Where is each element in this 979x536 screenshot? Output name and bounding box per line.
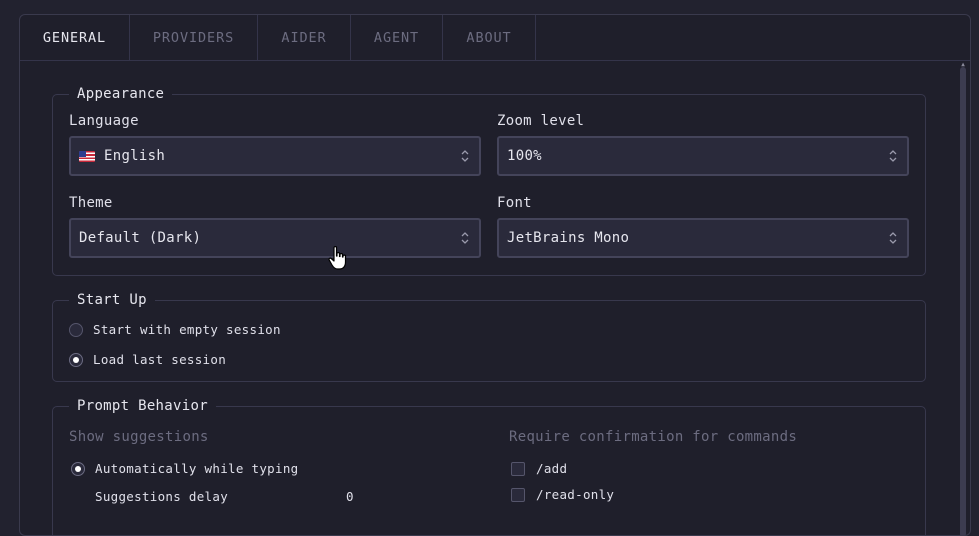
chevron-up-down-icon (461, 150, 469, 162)
theme-value: Default (Dark) (79, 230, 202, 246)
chevron-up-down-icon (889, 232, 897, 244)
tab-about[interactable]: ABOUT (443, 15, 536, 60)
confirmation-heading: Require confirmation for commands (509, 429, 798, 445)
command-add-checkbox[interactable]: /add (511, 461, 567, 476)
language-select[interactable]: English (69, 136, 481, 176)
suggestions-delay-label: Suggestions delay (95, 489, 229, 504)
command-read-only-checkbox[interactable]: /read-only (511, 487, 614, 502)
font-select[interactable]: JetBrains Mono (497, 218, 909, 258)
startup-option-label: Start with empty session (93, 322, 281, 337)
tab-aider[interactable]: AIDER (258, 15, 351, 60)
suggestions-auto-label: Automatically while typing (95, 461, 299, 476)
checkbox[interactable] (511, 461, 525, 476)
suggestions-delay-value[interactable]: 0 (346, 489, 354, 504)
checkbox[interactable] (511, 487, 525, 502)
command-label: /add (536, 461, 568, 476)
zoom-value: 100% (507, 148, 542, 164)
us-flag-icon (79, 150, 95, 162)
font-value: JetBrains Mono (507, 230, 630, 246)
chevron-up-down-icon (889, 150, 897, 162)
hand-pointer-cursor-icon (328, 246, 347, 270)
show-suggestions-heading: Show suggestions (69, 429, 209, 445)
prompt-behavior-legend: Prompt Behavior (69, 397, 216, 415)
startup-option-last[interactable]: Load last session (69, 352, 226, 367)
theme-select[interactable]: Default (Dark) (69, 218, 481, 258)
radio-selected[interactable] (69, 352, 83, 367)
appearance-legend: Appearance (69, 85, 173, 103)
startup-option-label: Load last session (93, 352, 227, 367)
suggestions-auto-option[interactable]: Automatically while typing (71, 461, 298, 476)
radio-unselected[interactable] (69, 322, 83, 337)
startup-group: Start Up Start with empty session Load l… (52, 291, 926, 382)
startup-option-empty[interactable]: Start with empty session (69, 322, 281, 337)
tab-general[interactable]: GENERAL (20, 15, 130, 60)
prompt-behavior-group: Prompt Behavior Show suggestions Automat… (52, 397, 926, 535)
font-label: Font (497, 195, 532, 211)
language-value: English (104, 148, 166, 164)
scrollbar[interactable] (960, 67, 966, 535)
theme-label: Theme (69, 195, 113, 211)
startup-legend: Start Up (69, 291, 155, 309)
tab-providers[interactable]: PROVIDERS (130, 15, 258, 60)
tab-bar: GENERAL PROVIDERS AIDER AGENT ABOUT (20, 15, 970, 61)
zoom-label: Zoom level (497, 113, 585, 129)
tab-agent[interactable]: AGENT (351, 15, 443, 60)
language-label: Language (69, 113, 139, 129)
appearance-group: Appearance Language English Zoom level 1… (52, 85, 926, 276)
zoom-select[interactable]: 100% (497, 136, 909, 176)
settings-window: GENERAL PROVIDERS AIDER AGENT ABOUT ▲ Ap… (19, 14, 971, 536)
chevron-up-down-icon (461, 232, 469, 244)
radio-selected[interactable] (71, 461, 85, 476)
command-label: /read-only (536, 487, 615, 502)
